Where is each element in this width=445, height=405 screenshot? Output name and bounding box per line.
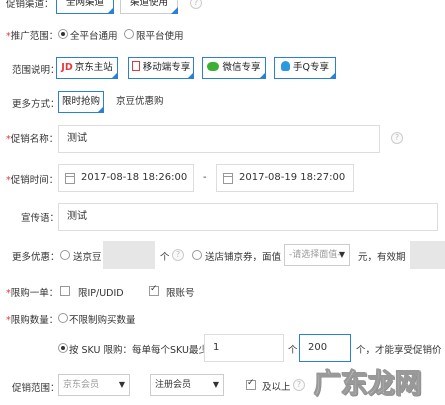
wechat-icon [207,62,220,71]
scope-all-radio[interactable] [58,29,68,39]
bean-unit: 个 [160,252,170,263]
chevron-down-icon: ▼ [212,380,219,389]
send-coupon-radio[interactable] [192,250,202,260]
channel-option-specific[interactable]: 渠道使用 [120,0,178,14]
coupon-value-select[interactable]: -请选择面值- ▼ [284,244,350,266]
unlimited-radio[interactable] [58,313,68,323]
calendar-icon [223,173,233,184]
promo-time-label-text: 促销时间： [10,175,59,186]
selected-corner-icon [97,106,104,113]
limit-one-label: *限购一单： [6,285,58,299]
method-flash-sale-label: 限时抢购 [61,96,100,107]
and-above-checkbox[interactable] [246,378,256,390]
register-value: 注册会员 [155,380,192,390]
start-time-value: 2017-08-18 18:26:00 [81,172,188,183]
send-bean-label: 送京豆 [73,252,102,263]
limit-account-checkbox[interactable] [149,284,159,296]
sku-suffix: 个，才能享受促销价 [356,345,442,356]
selected-corner-icon [329,72,336,79]
promo-name-label: *促销名称： [6,131,58,145]
mobile-icon [131,61,140,71]
limit-qty-label-text: 限购数量： [10,315,59,326]
help-icon[interactable]: ? [391,132,403,144]
channel-option-all[interactable]: 全网渠道 [56,0,114,14]
method-jd-bean[interactable]: 京豆优惠购 [116,91,164,113]
more-methods-label: 更多方式： [12,99,60,110]
valid-period-input[interactable] [410,241,445,269]
more-offers-label: 更多优惠： [12,252,60,263]
slogan-label: 宣传语： [21,213,60,224]
selected-corner-icon [111,72,118,79]
selected-corner-icon [187,72,194,79]
scope-label-text: 推广范围： [10,31,59,42]
jd-icon: JD [61,62,73,73]
scope-label: *推广范围： [6,28,58,42]
platform-label: 范围说明： [12,65,60,76]
corner-icon [171,7,178,14]
member-level-select[interactable]: 京东会员 ▼ [58,374,130,396]
member-level-value: 京东会员 [63,380,100,390]
end-time-input[interactable]: 2017-08-19 18:27:00 [216,164,354,192]
channel-label: 促销渠道： [6,0,54,10]
platform-jd-main[interactable]: JD 京东主站 [56,57,118,79]
scope-all-label: 全平台通用 [70,31,118,42]
send-bean-radio[interactable] [60,250,70,260]
limit-qty-label: *限购数量： [6,312,58,326]
selected-corner-icon [259,72,266,79]
register-select[interactable]: 注册会员 ▼ [150,374,224,396]
channel-option-specific-label: 渠道使用 [129,0,168,8]
chevron-down-icon: ▼ [338,250,345,259]
start-time-input[interactable]: 2017-08-18 18:26:00 [58,164,194,192]
limit-ip-label: 限IP/UDID [78,288,124,299]
platform-jd-main-label: 京东主站 [74,62,113,73]
promo-name-label-text: 促销名称： [10,134,59,145]
coupon-value-placeholder: -请选择面值- [289,250,341,260]
channel-option-all-label: 全网渠道 [65,0,104,8]
send-coupon-label: 送店铺京券，面值 [205,252,282,263]
help-icon[interactable]: ? [172,249,184,261]
promo-name-input[interactable]: 测试 [58,125,380,153]
slogan-input[interactable]: 测试 [58,203,438,231]
method-flash-sale[interactable]: 限时抢购 [58,91,104,113]
end-time-value: 2017-08-19 18:27:00 [239,172,346,183]
limit-one-label-text: 限购一单： [10,288,59,299]
platform-qq-label: 手Q专享 [293,62,329,73]
help-icon[interactable]: ? [293,379,305,391]
promo-scope-label: 促销范围： [12,383,60,394]
limit-account-label: 限账号 [166,288,195,299]
scope-limited-label: 限平台使用 [136,31,184,42]
selected-corner-icon [107,7,114,14]
and-above-label: 及以上 [262,382,291,393]
sku-max-input[interactable]: 200 [299,334,351,362]
platform-wechat-label: 微信专享 [222,62,261,73]
qq-icon [281,61,290,71]
platform-mobile[interactable]: 移动端专享 [128,57,194,79]
limit-ip-checkbox[interactable] [60,286,70,296]
chevron-down-icon: ▼ [118,380,125,389]
scope-limited-radio[interactable] [124,29,134,39]
watermark-logo: 广东龙网 [314,369,423,401]
unlimited-label: 不限制购买数量 [69,315,136,326]
calendar-icon [65,173,75,184]
by-sku-radio[interactable] [58,343,68,353]
help-icon[interactable]: ? [190,0,202,9]
platform-mobile-label: 移动端专享 [142,62,191,73]
sku-min-input[interactable]: 1 [204,334,284,362]
platform-qq[interactable]: 手Q专享 [274,57,336,79]
platform-wechat[interactable]: 微信专享 [202,57,266,79]
time-separator: - [203,172,207,183]
promo-time-label: *促销时间： [6,172,58,186]
by-sku-label: 按 SKU 限购：每单每个SKU最少 [69,345,208,356]
yuan-valid-label: 元，有效期 [358,252,406,263]
bean-count-input[interactable] [103,241,155,269]
